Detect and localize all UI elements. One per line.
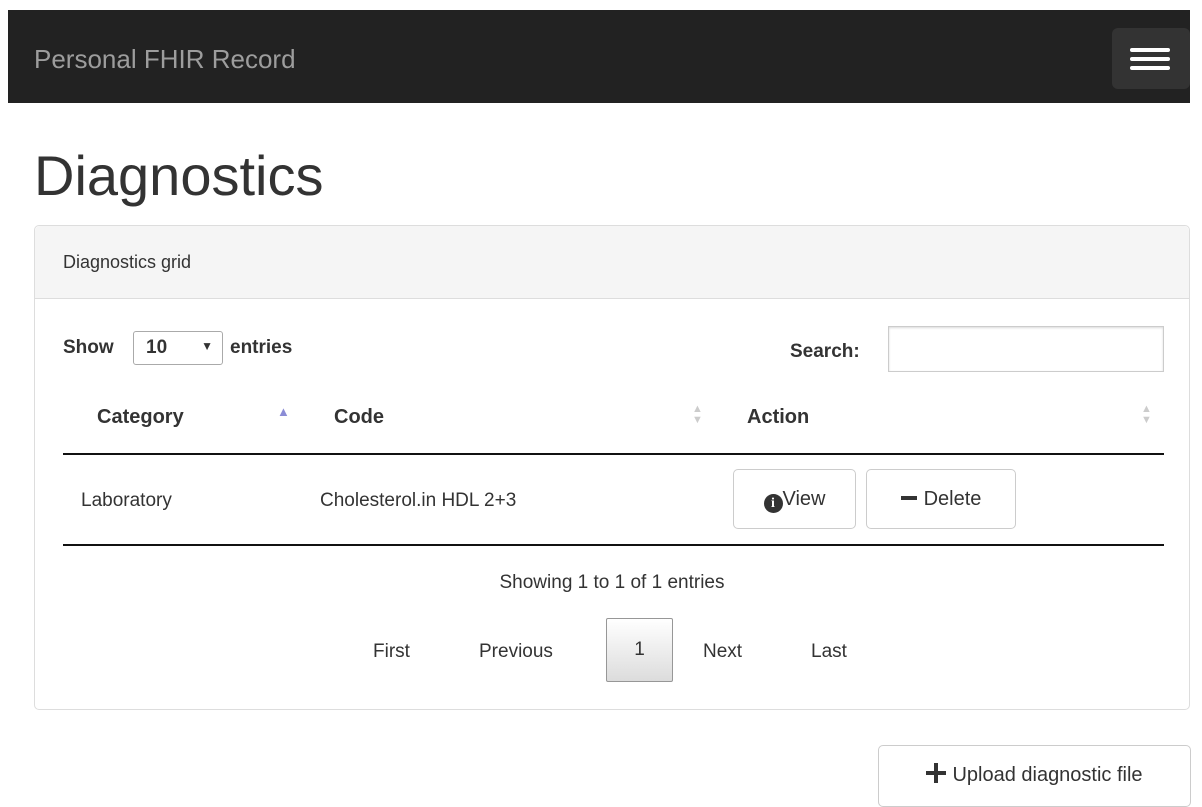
- search-label: Search:: [790, 341, 860, 362]
- navbar: Personal FHIR Record: [8, 10, 1190, 103]
- delete-button-label: Delete: [923, 488, 982, 510]
- view-button[interactable]: i View: [733, 469, 856, 529]
- column-header-action[interactable]: Action: [747, 406, 809, 429]
- upload-diagnostic-file-button[interactable]: Upload diagnostic file: [878, 745, 1191, 807]
- cell-category: Laboratory: [81, 490, 172, 511]
- entries-label: entries: [230, 337, 293, 358]
- sort-both-icon[interactable]: ▲ ▼: [1141, 404, 1152, 426]
- pagination-first[interactable]: First: [373, 641, 410, 663]
- diagnostics-panel: Diagnostics grid Show 10 ▼ entries Searc…: [34, 225, 1190, 710]
- plus-icon: [926, 763, 947, 783]
- table-info: Showing 1 to 1 of 1 entries: [499, 572, 725, 593]
- entries-per-page-select[interactable]: 10 ▼: [133, 331, 223, 365]
- upload-button-label: Upload diagnostic file: [952, 764, 1143, 786]
- sort-both-icon[interactable]: ▲ ▼: [692, 404, 703, 426]
- pagination-next[interactable]: Next: [703, 641, 742, 663]
- table-header-rule: [63, 453, 1164, 455]
- column-header-category[interactable]: Category: [97, 406, 184, 429]
- panel-heading: Diagnostics grid: [35, 226, 1189, 299]
- navbar-toggle-button[interactable]: [1112, 28, 1190, 89]
- view-button-label: View: [782, 488, 826, 510]
- table-footer-rule: [63, 544, 1164, 546]
- navbar-brand[interactable]: Personal FHIR Record: [34, 10, 296, 108]
- show-label: Show: [63, 337, 114, 358]
- pagination-current-page[interactable]: 1: [606, 618, 673, 682]
- cell-code: Cholesterol.in HDL 2+3: [320, 490, 517, 511]
- search-input[interactable]: [888, 326, 1164, 372]
- page-title: Diagnostics: [34, 144, 324, 207]
- minus-icon: [900, 496, 917, 501]
- dropdown-arrow-icon: ▼: [201, 339, 213, 353]
- pagination-previous[interactable]: Previous: [479, 641, 553, 663]
- info-icon: i: [763, 494, 783, 513]
- delete-button[interactable]: Delete: [866, 469, 1016, 529]
- entries-per-page-value: 10: [146, 337, 168, 358]
- pagination-last[interactable]: Last: [811, 641, 847, 663]
- sort-asc-icon[interactable]: ▲: [277, 404, 290, 419]
- column-header-code[interactable]: Code: [334, 406, 384, 429]
